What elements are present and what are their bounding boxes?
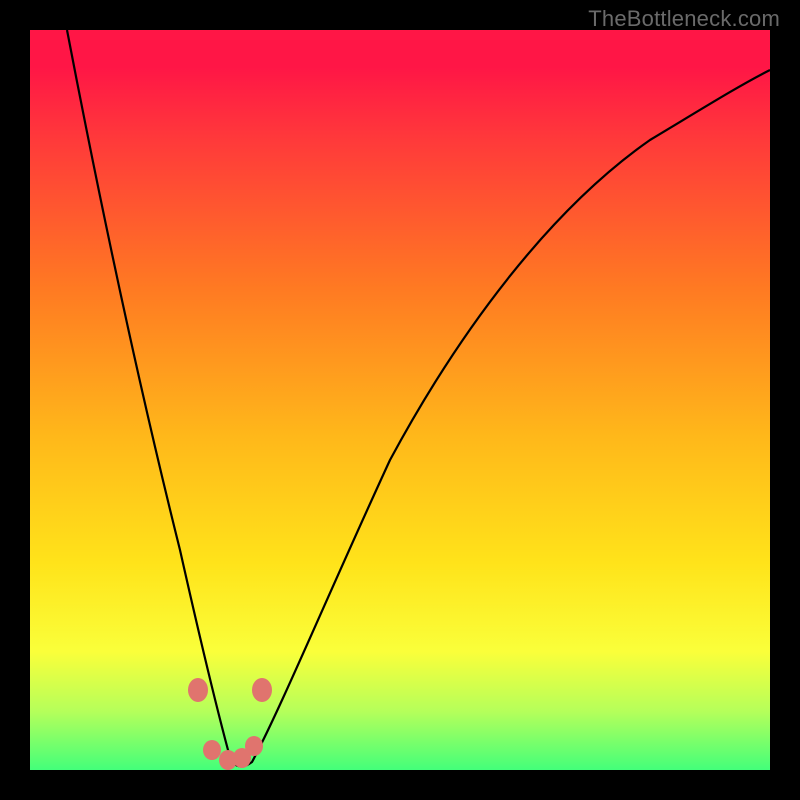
bottleneck-curve [67,30,770,767]
marker-1 [203,740,221,760]
curve-svg [30,30,770,770]
marker-right-upper [252,678,272,702]
plot-area [30,30,770,770]
marker-4 [245,736,263,756]
chart-frame: TheBottleneck.com [0,0,800,800]
marker-left-upper [188,678,208,702]
watermark-text: TheBottleneck.com [588,6,780,32]
